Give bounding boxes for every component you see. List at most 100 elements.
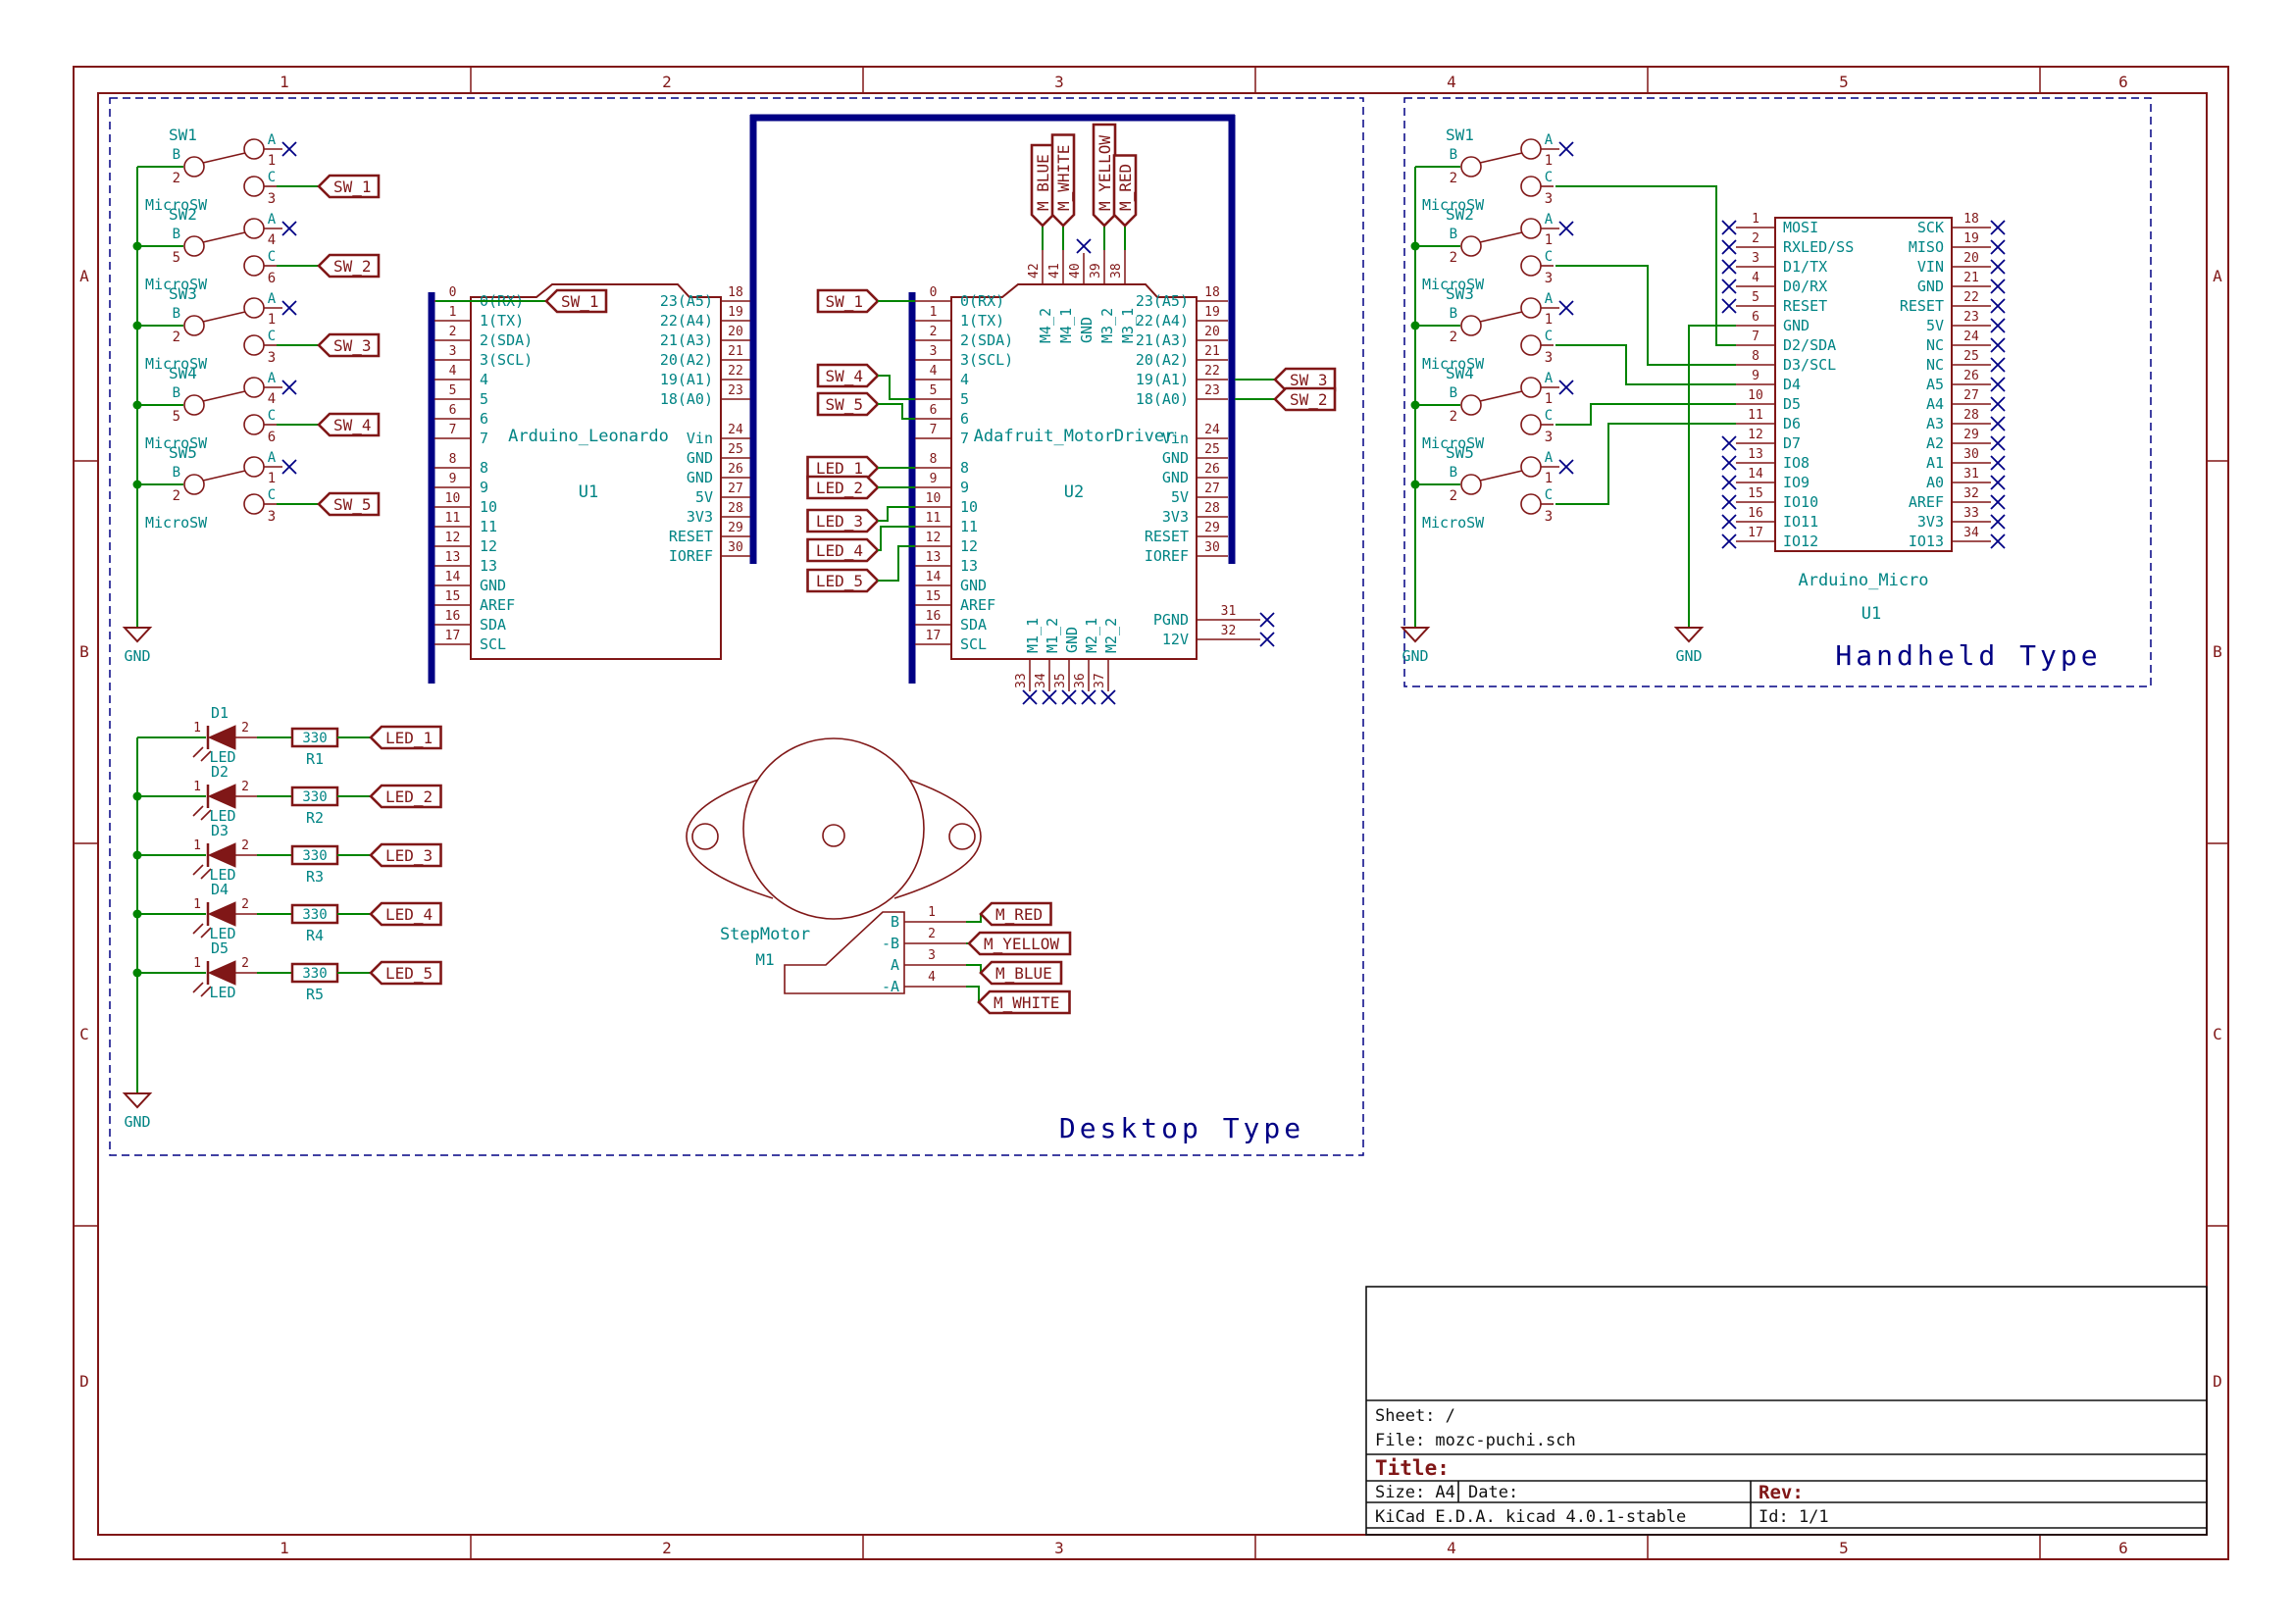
global-label-text: SW_2 [333, 257, 372, 276]
wire [1555, 404, 1736, 425]
pin-name: 2(SDA) [960, 331, 1013, 349]
pin-number: 1 [1752, 212, 1759, 227]
resistor-value: 330 [302, 907, 327, 923]
pin-number: 29 [1963, 428, 1979, 442]
pin-number: 16 [926, 609, 942, 624]
pin-name: M3_2 [1098, 308, 1116, 343]
switch-pad [244, 494, 264, 514]
pin-number: 26 [1963, 369, 1979, 383]
pin-number: 24 [728, 423, 743, 437]
pin-name: M4_1 [1057, 308, 1075, 343]
pin-name: SCL [480, 635, 506, 653]
wire [966, 914, 981, 922]
pin-name: GND [687, 469, 713, 486]
pin-name: AREF [960, 596, 995, 614]
motor-shaft [823, 825, 844, 846]
resistor-value: 330 [302, 966, 327, 982]
led-triangle [209, 785, 235, 808]
pin-name: 3(SCL) [960, 351, 1013, 369]
pin-name: AREF [480, 596, 515, 614]
section-title-desktop: Desktop Type [1059, 1112, 1304, 1144]
pin-number: 2 [449, 325, 457, 339]
pin-number: 37 [1093, 673, 1107, 688]
switch-pad [1461, 157, 1481, 177]
pin-number: 41 [1047, 263, 1062, 279]
motor-hole [692, 824, 718, 849]
pin-name: GND [1917, 278, 1944, 295]
pin-number: 2 [241, 721, 249, 736]
pin-name: IO13 [1909, 533, 1944, 550]
section-title-handheld: Handheld Type [1835, 639, 2101, 672]
resistor-ref: R1 [306, 750, 324, 768]
pin-number: 14 [926, 570, 942, 584]
junction [1411, 481, 1420, 489]
pin-number: 2 [241, 956, 249, 971]
pin-name: C [268, 487, 276, 503]
switch-pad [244, 415, 264, 434]
pin-name: GND [687, 449, 713, 467]
pin-number: 26 [1204, 462, 1220, 477]
pin-name: 4 [960, 371, 969, 388]
pin-number: 3 [268, 509, 276, 525]
pin-name: M2_2 [1102, 618, 1120, 653]
resistor-value: 330 [302, 789, 327, 805]
pin-name: B [1450, 465, 1457, 481]
pin-number: 28 [728, 501, 743, 516]
pin-number: 2 [173, 488, 180, 504]
pin-name: B [173, 306, 180, 322]
pin-number: 2 [241, 780, 249, 794]
pin-number: 8 [1752, 349, 1759, 364]
pin-name: 7 [960, 430, 969, 447]
pin-number: 2 [928, 927, 936, 941]
pin-number: 5 [173, 409, 180, 425]
switch-pad [1521, 177, 1541, 196]
pin-number: 6 [1752, 310, 1759, 325]
pin-name: GND [960, 577, 987, 594]
pin-name: SCL [960, 635, 987, 653]
switch-contact [203, 232, 245, 242]
pin-name: B [173, 147, 180, 163]
pin-name: NC [1926, 356, 1944, 374]
pin-number: 8 [449, 452, 457, 467]
pin-number: 17 [926, 629, 942, 643]
switch-pad [244, 457, 264, 477]
gnd-label: GND [1402, 647, 1428, 665]
gnd-symbol [1402, 628, 1428, 641]
switch-pad [1461, 316, 1481, 335]
column-label: 4 [1447, 73, 1456, 91]
component-ref: SW1 [1446, 126, 1474, 144]
pin-name: 12 [960, 537, 978, 555]
switch-pad [244, 378, 264, 397]
led-emission-arrow [193, 806, 203, 816]
pin-number: 4 [930, 364, 938, 379]
junction [133, 242, 142, 251]
gnd-symbol [125, 1093, 150, 1107]
pin-number: 25 [1963, 349, 1979, 364]
pin-number: 5 [173, 250, 180, 266]
switch-pad [244, 219, 264, 238]
pin-number: 1 [268, 312, 276, 328]
component-ref: SW5 [169, 443, 197, 462]
pin-number: 3 [268, 350, 276, 366]
pin-name: IO9 [1783, 474, 1810, 491]
pin-number: 2 [1450, 330, 1457, 345]
pin-number: 17 [445, 629, 461, 643]
row-label: C [79, 1025, 89, 1043]
pin-name: A [1545, 450, 1554, 466]
pin-name: C [268, 408, 276, 424]
pin-number: 2 [1450, 488, 1457, 504]
pin-name: C [268, 170, 276, 185]
column-label: 2 [662, 73, 672, 91]
component-ref: U1 [1861, 604, 1881, 624]
global-label-text: M_WHITE [1054, 145, 1073, 211]
component-ref: M1 [755, 950, 774, 969]
pin-number: 7 [1752, 330, 1759, 344]
pin-name: 19(A1) [660, 371, 713, 388]
pin-number: 33 [1014, 673, 1029, 688]
pin-number: 27 [1204, 482, 1220, 496]
switch-contact [203, 391, 245, 401]
pin-number: 2 [173, 171, 180, 186]
switch-pad [184, 316, 204, 335]
pin-number: 1 [193, 780, 201, 794]
pin-name: 13 [960, 557, 978, 575]
